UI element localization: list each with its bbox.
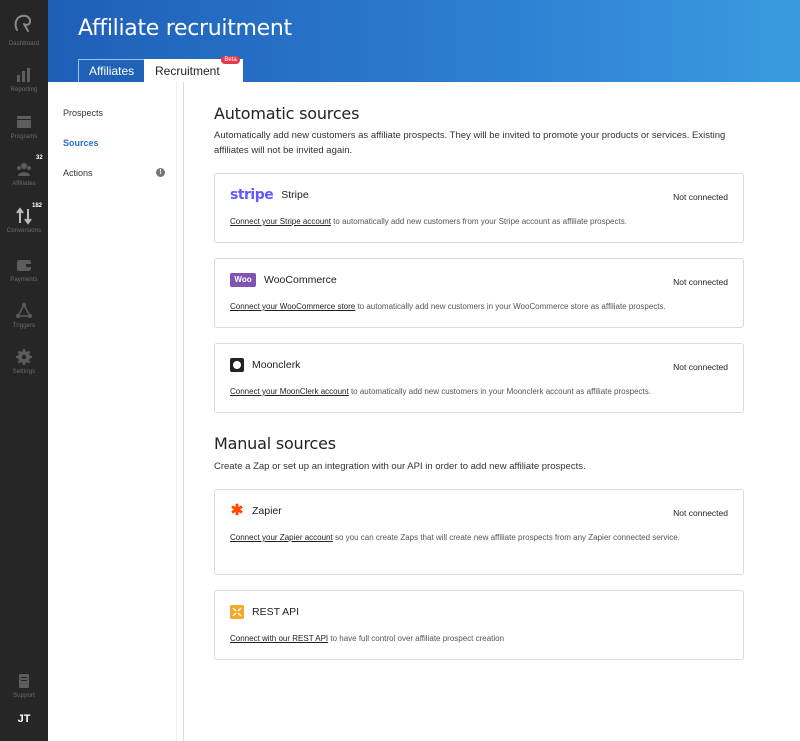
rail-programs[interactable]: Programs	[0, 113, 48, 140]
rail-payments[interactable]: Payments	[0, 256, 48, 283]
rest-api-logo-icon	[230, 605, 244, 619]
source-description-text: to have full control over affiliate pros…	[328, 634, 505, 643]
connect-woocommerce-link[interactable]: Connect your WooCommerce store	[230, 302, 355, 311]
rail-triggers[interactable]: Triggers	[0, 302, 48, 329]
source-name: REST API	[252, 606, 300, 618]
user-avatar[interactable]: JT	[0, 713, 48, 725]
sub-navigation: Prospects Sources Actions !	[48, 82, 176, 741]
manual-sources-description: Create a Zap or set up an integration wi…	[214, 461, 586, 472]
source-card-stripe: stripe Stripe Not connected Connect your…	[214, 173, 744, 243]
automatic-sources-description: Automatically add new customers as affil…	[214, 130, 726, 156]
rail-payments-label: Payments	[10, 277, 38, 283]
rail-affiliates-label: Affiliates	[12, 181, 36, 187]
connect-stripe-link[interactable]: Connect your Stripe account	[230, 217, 331, 226]
connection-status: Not connected	[673, 508, 728, 518]
conversions-icon	[16, 207, 32, 225]
subnav-prospects[interactable]: Prospects	[63, 108, 103, 118]
rail-support[interactable]: Support	[0, 672, 48, 699]
reporting-icon	[17, 68, 30, 82]
tab-affiliates[interactable]: Affiliates	[78, 59, 146, 82]
app-rail: Dashboard Reporting Programs Affiliates …	[0, 0, 48, 741]
actions-alert-icon: !	[156, 168, 165, 177]
source-card-zapier: ✱ Zapier Not connected Connect your Zapi…	[214, 489, 744, 575]
support-icon	[19, 674, 29, 688]
rail-settings[interactable]: Settings	[0, 348, 48, 375]
connection-status: Not connected	[673, 362, 728, 372]
beta-badge: Beta	[221, 56, 240, 64]
rail-dashboard[interactable]: Dashboard	[0, 38, 48, 47]
tab-recruitment[interactable]: Recruitment Beta	[144, 56, 243, 82]
payments-icon	[17, 260, 31, 271]
connect-rest-api-link[interactable]: Connect with our REST API	[230, 634, 328, 643]
source-name: Zapier	[252, 505, 282, 517]
rail-programs-label: Programs	[10, 134, 38, 140]
app-logo-icon[interactable]	[12, 12, 36, 36]
source-name: Stripe	[281, 189, 309, 201]
source-description-text: to automatically add new customers from …	[330, 217, 627, 226]
manual-sources-title: Manual sources	[214, 434, 336, 453]
rail-triggers-label: Triggers	[12, 323, 36, 329]
connect-zapier-link[interactable]: Connect your Zapier account	[230, 533, 333, 542]
triggers-icon	[16, 303, 32, 318]
subnav-divider	[183, 82, 184, 741]
source-name: WooCommerce	[264, 274, 337, 286]
rail-reporting[interactable]: Reporting	[0, 66, 48, 93]
affiliates-count-badge: 32	[36, 155, 43, 161]
conversions-count-badge: 182	[32, 203, 43, 209]
zapier-logo-icon: ✱	[230, 502, 244, 519]
moonclerk-logo-icon	[230, 358, 244, 372]
stripe-logo-icon: stripe	[230, 187, 274, 203]
source-description: Connect your Zapier account so you can c…	[230, 530, 720, 545]
connection-status: Not connected	[673, 192, 728, 202]
rail-conversions[interactable]: Conversions	[0, 207, 48, 234]
source-name: Moonclerk	[252, 359, 301, 371]
connection-status: Not connected	[673, 277, 728, 287]
connect-moonclerk-link[interactable]: Connect your MoonClerk account	[230, 387, 349, 396]
source-card-woocommerce: Woo WooCommerce Not connected Connect yo…	[214, 258, 744, 328]
source-card-rest-api: REST API Connect with our REST API to ha…	[214, 590, 744, 660]
source-description-text: so you can create Zaps that will create …	[332, 533, 680, 542]
source-description: Connect with our REST API to have full c…	[230, 631, 720, 646]
source-description-text: to automatically add new customers in yo…	[355, 302, 666, 311]
rail-dashboard-label: Dashboard	[8, 41, 40, 47]
woocommerce-logo-icon: Woo	[230, 273, 256, 287]
rail-affiliates[interactable]: Affiliates	[0, 160, 48, 187]
source-card-moonclerk: Moonclerk Not connected Connect your Moo…	[214, 343, 744, 413]
page-header: Affiliate recruitment Affiliates Recruit…	[48, 0, 800, 82]
source-description: Connect your WooCommerce store to automa…	[230, 299, 720, 314]
subnav-divider-inner	[176, 82, 177, 741]
page-title: Affiliate recruitment	[78, 16, 292, 41]
subnav-actions[interactable]: Actions	[63, 168, 93, 178]
affiliates-icon	[17, 163, 31, 176]
rail-support-label: Support	[13, 693, 35, 699]
rail-settings-label: Settings	[12, 369, 36, 375]
source-description-text: to automatically add new customers in yo…	[348, 387, 651, 396]
tab-recruitment-label: Recruitment	[155, 64, 220, 78]
subnav-sources[interactable]: Sources	[63, 138, 99, 148]
settings-icon	[16, 349, 32, 365]
rail-reporting-label: Reporting	[10, 87, 38, 93]
automatic-sources-title: Automatic sources	[214, 104, 360, 123]
rail-conversions-label: Conversions	[6, 228, 42, 234]
source-description: Connect your Stripe account to automatic…	[230, 214, 720, 229]
source-description: Connect your MoonClerk account to automa…	[230, 384, 720, 399]
programs-icon	[17, 116, 31, 128]
